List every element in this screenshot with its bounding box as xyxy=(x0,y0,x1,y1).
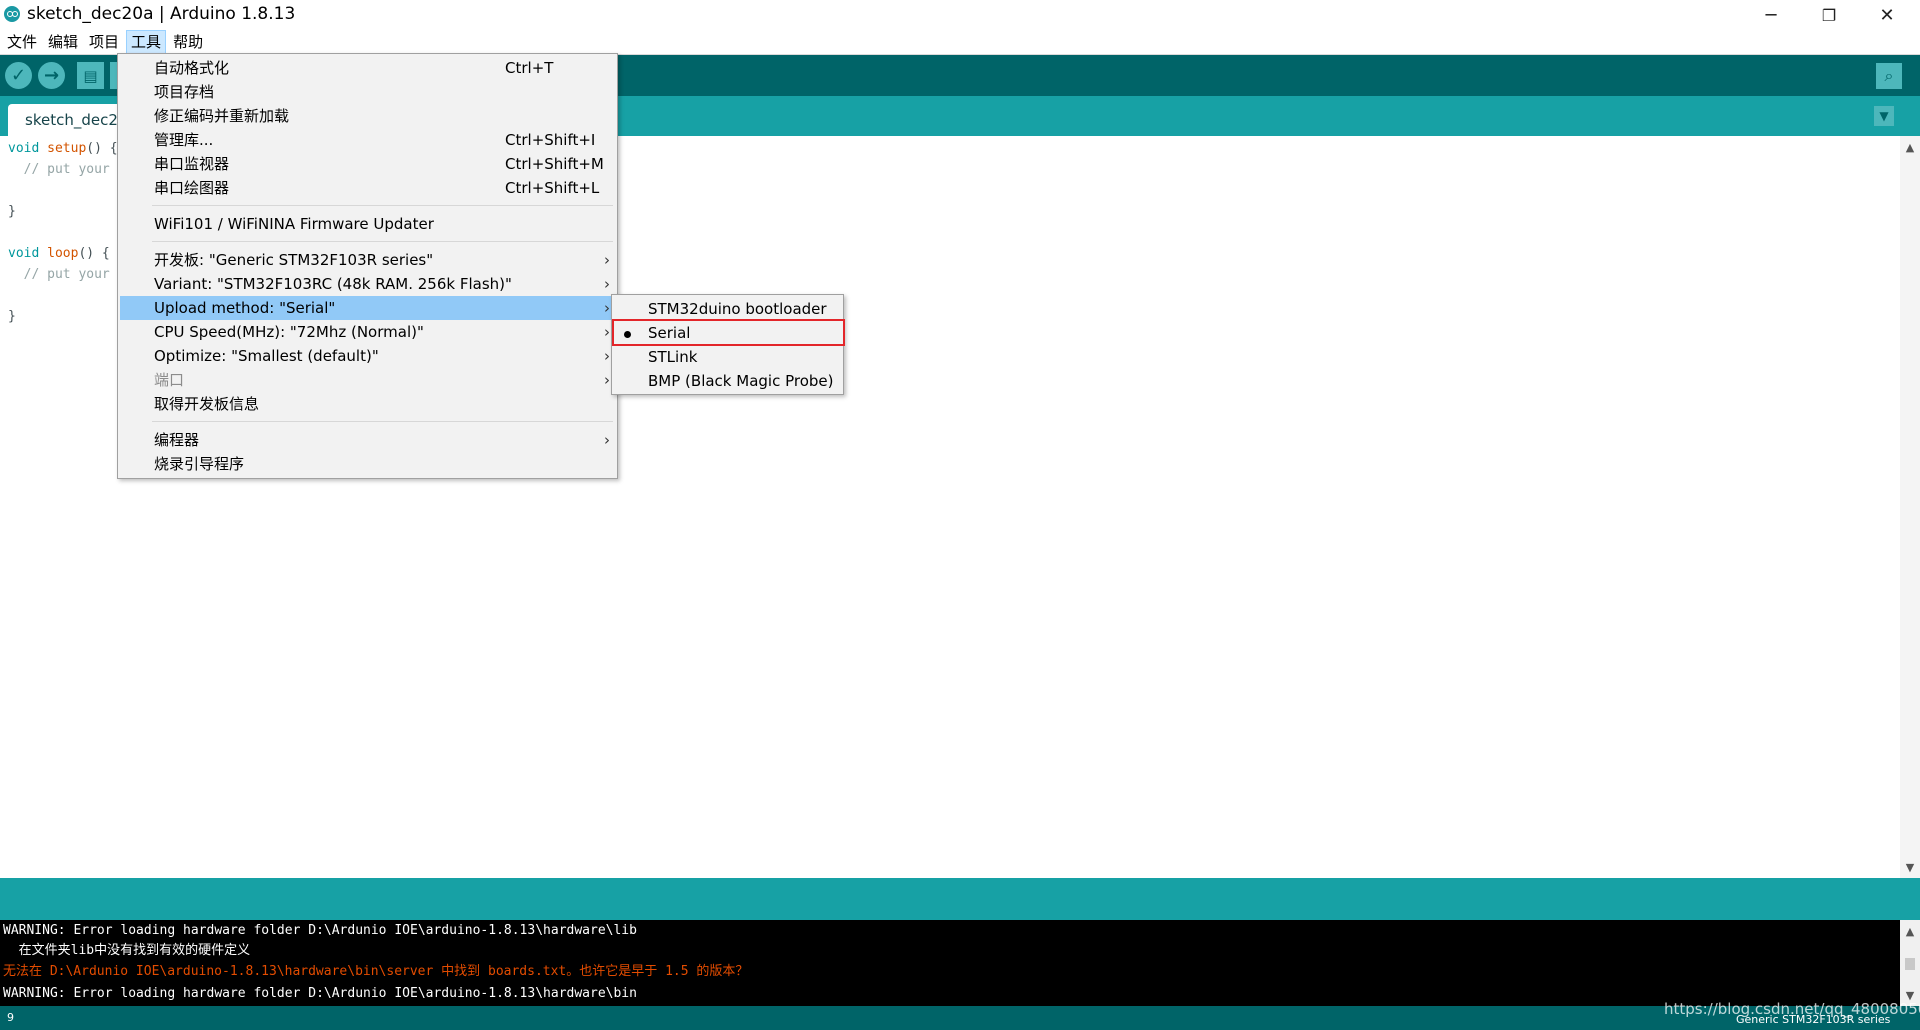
menu-sketch[interactable]: 项目 xyxy=(85,31,123,53)
window-title: sketch_dec20a | Arduino 1.8.13 xyxy=(27,4,296,24)
chevron-right-icon: › xyxy=(604,371,610,389)
code-line: void loop() { xyxy=(8,246,110,261)
menu-item-cpu-speed[interactable]: CPU Speed(MHz): "72Mhz (Normal)" › xyxy=(120,320,615,344)
menu-item-serial-plotter[interactable]: 串口绘图器 Ctrl+Shift+L xyxy=(120,176,615,200)
chevron-right-icon: › xyxy=(604,275,610,293)
maximize-button[interactable]: ❐ xyxy=(1800,0,1858,30)
menu-item-programmer[interactable]: 编程器 › xyxy=(120,428,615,452)
serial-monitor-icon[interactable]: ⌕ xyxy=(1876,63,1902,89)
menu-tools[interactable]: 工具 xyxy=(126,30,167,54)
new-sketch-icon[interactable]: ▤ xyxy=(77,62,104,89)
chevron-right-icon: › xyxy=(604,299,610,317)
upload-icon[interactable]: → xyxy=(38,62,65,89)
menu-item-upload-method[interactable]: Upload method: "Serial" › xyxy=(120,296,615,320)
chevron-right-icon: › xyxy=(604,431,610,449)
menu-item-auto-format[interactable]: 自动格式化 Ctrl+T xyxy=(120,56,615,80)
chevron-right-icon: › xyxy=(604,323,610,341)
menu-item-variant[interactable]: Variant: "STM32F103RC (48k RAM. 256k Fla… xyxy=(120,272,615,296)
menu-edit[interactable]: 编辑 xyxy=(44,31,82,53)
console-scroll-thumb[interactable] xyxy=(1905,958,1915,970)
status-bar: 9 Generic STM32F103R series xyxy=(0,1006,1920,1030)
submenu-item-stm32duino-bootloader[interactable]: STM32duino bootloader xyxy=(614,297,841,321)
scroll-down-icon[interactable]: ▼ xyxy=(1900,858,1920,876)
watermark: https://blog.csdn.net/qq_48008050 xyxy=(1664,1000,1920,1018)
menu-item-optimize[interactable]: Optimize: "Smallest (default)" › xyxy=(120,344,615,368)
menu-separator xyxy=(152,205,613,206)
console-scroll-up-icon[interactable]: ▲ xyxy=(1900,922,1920,940)
code-line: } xyxy=(8,309,16,324)
chevron-right-icon: › xyxy=(604,347,610,365)
console-output[interactable]: WARNING: Error loading hardware folder D… xyxy=(0,920,1900,1006)
menu-separator xyxy=(152,241,613,242)
scroll-up-icon[interactable]: ▲ xyxy=(1900,138,1920,156)
tab-menu-icon[interactable]: ▼ xyxy=(1874,106,1894,126)
console-line: WARNING: Error loading hardware folder D… xyxy=(3,923,637,938)
annotation-highlight-box xyxy=(612,319,845,346)
arduino-logo-icon xyxy=(4,6,20,22)
chevron-right-icon: › xyxy=(604,251,610,269)
console-line: WARNING: Error loading hardware folder D… xyxy=(3,986,637,1001)
menu-item-port: 端口 › xyxy=(120,368,615,392)
menu-help[interactable]: 帮助 xyxy=(169,31,207,53)
menu-item-board-info[interactable]: 取得开发板信息 xyxy=(120,392,615,416)
console-scrollbar[interactable]: ▲ ▼ xyxy=(1900,920,1920,1006)
menu-item-serial-monitor[interactable]: 串口监视器 Ctrl+Shift+M xyxy=(120,152,615,176)
menu-item-burn-bootloader[interactable]: 烧录引导程序 xyxy=(120,452,615,476)
minimize-button[interactable]: ─ xyxy=(1742,0,1800,30)
menu-item-firmware-updater[interactable]: WiFi101 / WiFiNINA Firmware Updater xyxy=(120,212,615,236)
console-line: 在文件夹lib中没有找到有效的硬件定义 xyxy=(3,943,251,958)
submenu-item-bmp[interactable]: BMP (Black Magic Probe) xyxy=(614,369,841,393)
console-line: 无法在 D:\Ardunio IOE\arduino-1.8.13\hardwa… xyxy=(3,964,749,979)
code-line: } xyxy=(8,204,16,219)
menu-item-board[interactable]: 开发板: "Generic STM32F103R series" › xyxy=(120,248,615,272)
submenu-item-stlink[interactable]: STLink xyxy=(614,345,841,369)
menu-separator xyxy=(152,421,613,422)
menu-item-fix-encoding[interactable]: 修正编码并重新加载 xyxy=(120,104,615,128)
tools-dropdown-menu: 自动格式化 Ctrl+T 项目存档 修正编码并重新加载 管理库... Ctrl+Sh… xyxy=(117,53,618,479)
title-bar: sketch_dec20a | Arduino 1.8.13 ─ ❐ ✕ xyxy=(0,0,1920,30)
menu-item-archive-sketch[interactable]: 项目存档 xyxy=(120,80,615,104)
close-button[interactable]: ✕ xyxy=(1858,0,1916,30)
menu-bar: 文件 编辑 项目 工具 帮助 xyxy=(0,30,1920,55)
code-line: void setup() { xyxy=(8,141,118,156)
verify-icon[interactable]: ✓ xyxy=(5,62,32,89)
line-number: 9 xyxy=(7,1011,14,1024)
message-bar xyxy=(0,878,1920,920)
editor-scrollbar[interactable]: ▲ ▼ xyxy=(1900,136,1920,878)
menu-file[interactable]: 文件 xyxy=(3,31,41,53)
menu-item-manage-libraries[interactable]: 管理库... Ctrl+Shift+I xyxy=(120,128,615,152)
